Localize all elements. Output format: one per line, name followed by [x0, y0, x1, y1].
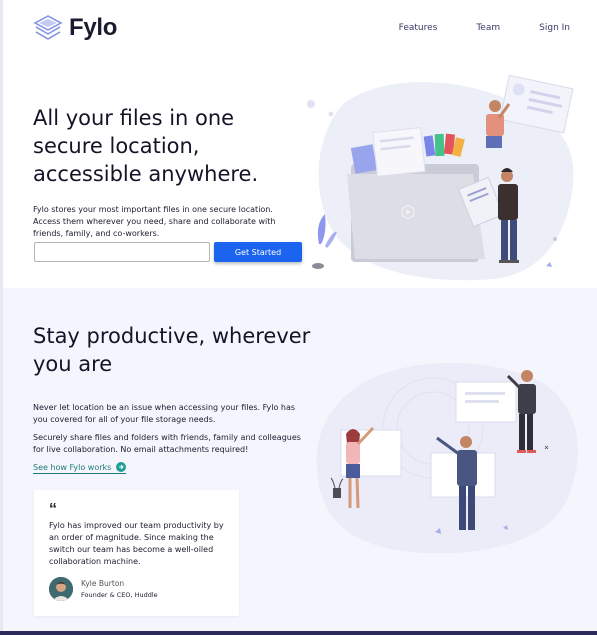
- productive-section: Stay productive, wherever you are Never …: [0, 288, 597, 631]
- hero-illustration: [307, 74, 574, 281]
- get-started-button[interactable]: Get Started: [214, 242, 302, 262]
- hero-title: All your files in one secure location, a…: [33, 106, 259, 186]
- site-header: Fylo Features Team Sign In: [0, 0, 597, 70]
- testimonial-card: “ Fylo has improved our team productivit…: [34, 490, 239, 616]
- quote-icon: “: [49, 501, 57, 518]
- avatar: [49, 577, 73, 601]
- nav-link-features[interactable]: Features: [399, 23, 438, 33]
- author-role: Founder & CEO, Huddle: [81, 591, 158, 599]
- nav-link-team[interactable]: Team: [476, 23, 500, 33]
- arrow-right-icon: [116, 462, 127, 472]
- author-name: Kyle Burton: [81, 579, 125, 588]
- main-nav: Features Team Sign In: [360, 23, 570, 33]
- stacked-layers-icon: [33, 15, 63, 40]
- logo-text: Fylo: [69, 14, 118, 41]
- see-how-fylo-works-link[interactable]: See how Fylo works: [33, 462, 127, 474]
- email-input[interactable]: [34, 242, 210, 262]
- nav-link-sign-in[interactable]: Sign In: [539, 23, 570, 33]
- hero-description: Fylo stores your most important files in…: [33, 205, 276, 238]
- landing-page: Fylo Features Team Sign In All your file…: [0, 0, 597, 635]
- footer-edge: [0, 631, 597, 635]
- see-how-link-label: See how Fylo works: [33, 462, 112, 472]
- productive-paragraph-1: Never let location be an issue when acce…: [33, 403, 296, 424]
- logo[interactable]: Fylo: [33, 14, 117, 42]
- productive-title: Stay productive, wherever you are: [33, 324, 311, 376]
- hero-section: All your files in one secure location, a…: [0, 70, 597, 288]
- testimonial-quote: Fylo has improved our team productivity …: [49, 521, 224, 566]
- productive-paragraph-2: Securely share files and folders with fr…: [33, 433, 301, 454]
- productive-illustration: [316, 362, 578, 554]
